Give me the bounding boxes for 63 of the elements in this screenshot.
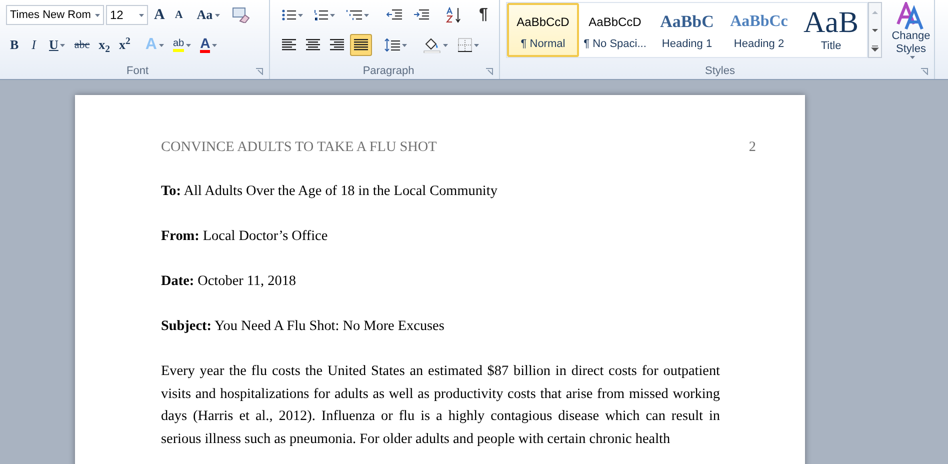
clear-formatting-icon[interactable] xyxy=(232,7,250,23)
body-paragraph: Every year the flu costs the United States an estimated $87 billion in direct costs for outpatient visits and hospitalizations for adults as well as productivity costs that arise from missed working days (Harris et al., 2012). Influenza or flu is a highly contagious disease which can result in serious illness such as pneumonia. For older adults and people with certain chronic health xyxy=(161,362,720,449)
italic-button[interactable]: I xyxy=(28,34,40,56)
caret-icon xyxy=(298,14,303,16)
highlight-button[interactable]: ab xyxy=(168,34,196,56)
group-label: Font xyxy=(126,64,148,79)
group-label: Styles xyxy=(705,64,735,79)
style-option[interactable]: AaBbCcD ¶ No Spaci... xyxy=(579,3,651,57)
style-option[interactable]: AaBbCcD ¶ Normal xyxy=(507,3,579,57)
shrink-font-button[interactable]: A xyxy=(170,4,187,26)
bold-button[interactable]: B xyxy=(6,34,23,56)
sort-icon xyxy=(446,7,462,23)
justify-button[interactable] xyxy=(350,34,372,56)
dialog-launcher-icon[interactable] xyxy=(256,68,263,74)
borders-icon xyxy=(458,38,472,52)
font-name-field[interactable]: Times New Rom xyxy=(6,5,104,25)
font-color-button[interactable]: A xyxy=(196,34,222,56)
styles-letter-icon xyxy=(896,2,926,30)
subscript-button[interactable]: x$_{2}$ xyxy=(94,34,114,56)
caret-icon xyxy=(364,14,369,16)
style-option[interactable]: AaB Title xyxy=(795,3,867,57)
multilevel-list-icon xyxy=(346,9,362,21)
body-paragraph: Subject: You Need A Flu Shot: No More Excuses xyxy=(161,317,446,336)
underline-button[interactable]: U xyxy=(45,34,70,56)
body-paragraph: Date: October 11, 2018 xyxy=(161,272,298,292)
show-formatting-marks-button[interactable]: ¶ xyxy=(475,4,492,26)
running-header: CONVINCE ADULTS TO TAKE A FLU SHOT xyxy=(161,138,437,157)
strikethrough-button[interactable]: abc xyxy=(70,34,94,56)
bullet-list-icon xyxy=(282,9,296,21)
caret-icon xyxy=(910,56,914,59)
caret-icon xyxy=(443,44,448,46)
alignment-icon xyxy=(354,39,368,51)
indent-icon xyxy=(413,9,429,21)
caret-icon xyxy=(214,14,220,16)
caret-icon xyxy=(402,44,407,46)
style-option[interactable]: AaBbC Heading 1 xyxy=(651,3,723,57)
caret-icon xyxy=(212,44,218,46)
numbered-list-icon xyxy=(314,9,328,21)
page-number: 2 xyxy=(748,138,756,157)
caret-icon xyxy=(158,44,164,46)
body-paragraph: To: All Adults Over the Age of 18 in the Local Community xyxy=(161,182,498,202)
change-case-button[interactable]: Aa xyxy=(192,4,224,26)
change-styles-button[interactable]: Change Styles xyxy=(886,2,936,59)
paint-bucket-icon xyxy=(423,37,441,53)
caret-icon xyxy=(95,14,100,16)
group-label: Paragraph xyxy=(362,64,414,79)
style-option[interactable]: AaBbCc Heading 2 xyxy=(723,3,795,57)
caret-icon xyxy=(186,44,192,46)
superscript-button[interactable]: x$^{2}$ xyxy=(115,34,134,56)
line-spacing-icon xyxy=(384,38,400,52)
caret-icon xyxy=(60,44,66,46)
body-paragraph: From: Local Doctor’s Office xyxy=(161,227,329,246)
caret-icon xyxy=(139,14,144,16)
dialog-launcher-icon[interactable] xyxy=(921,68,928,74)
font-size-field[interactable]: 12 xyxy=(106,5,148,25)
caret-icon xyxy=(330,14,335,16)
alignment-icon xyxy=(282,39,296,51)
dialog-launcher-icon[interactable] xyxy=(486,68,493,74)
outdent-icon xyxy=(386,9,402,21)
caret-icon xyxy=(474,44,479,46)
grow-font-button[interactable]: A xyxy=(150,4,169,26)
alignment-icon xyxy=(330,39,344,51)
alignment-icon xyxy=(306,39,320,51)
